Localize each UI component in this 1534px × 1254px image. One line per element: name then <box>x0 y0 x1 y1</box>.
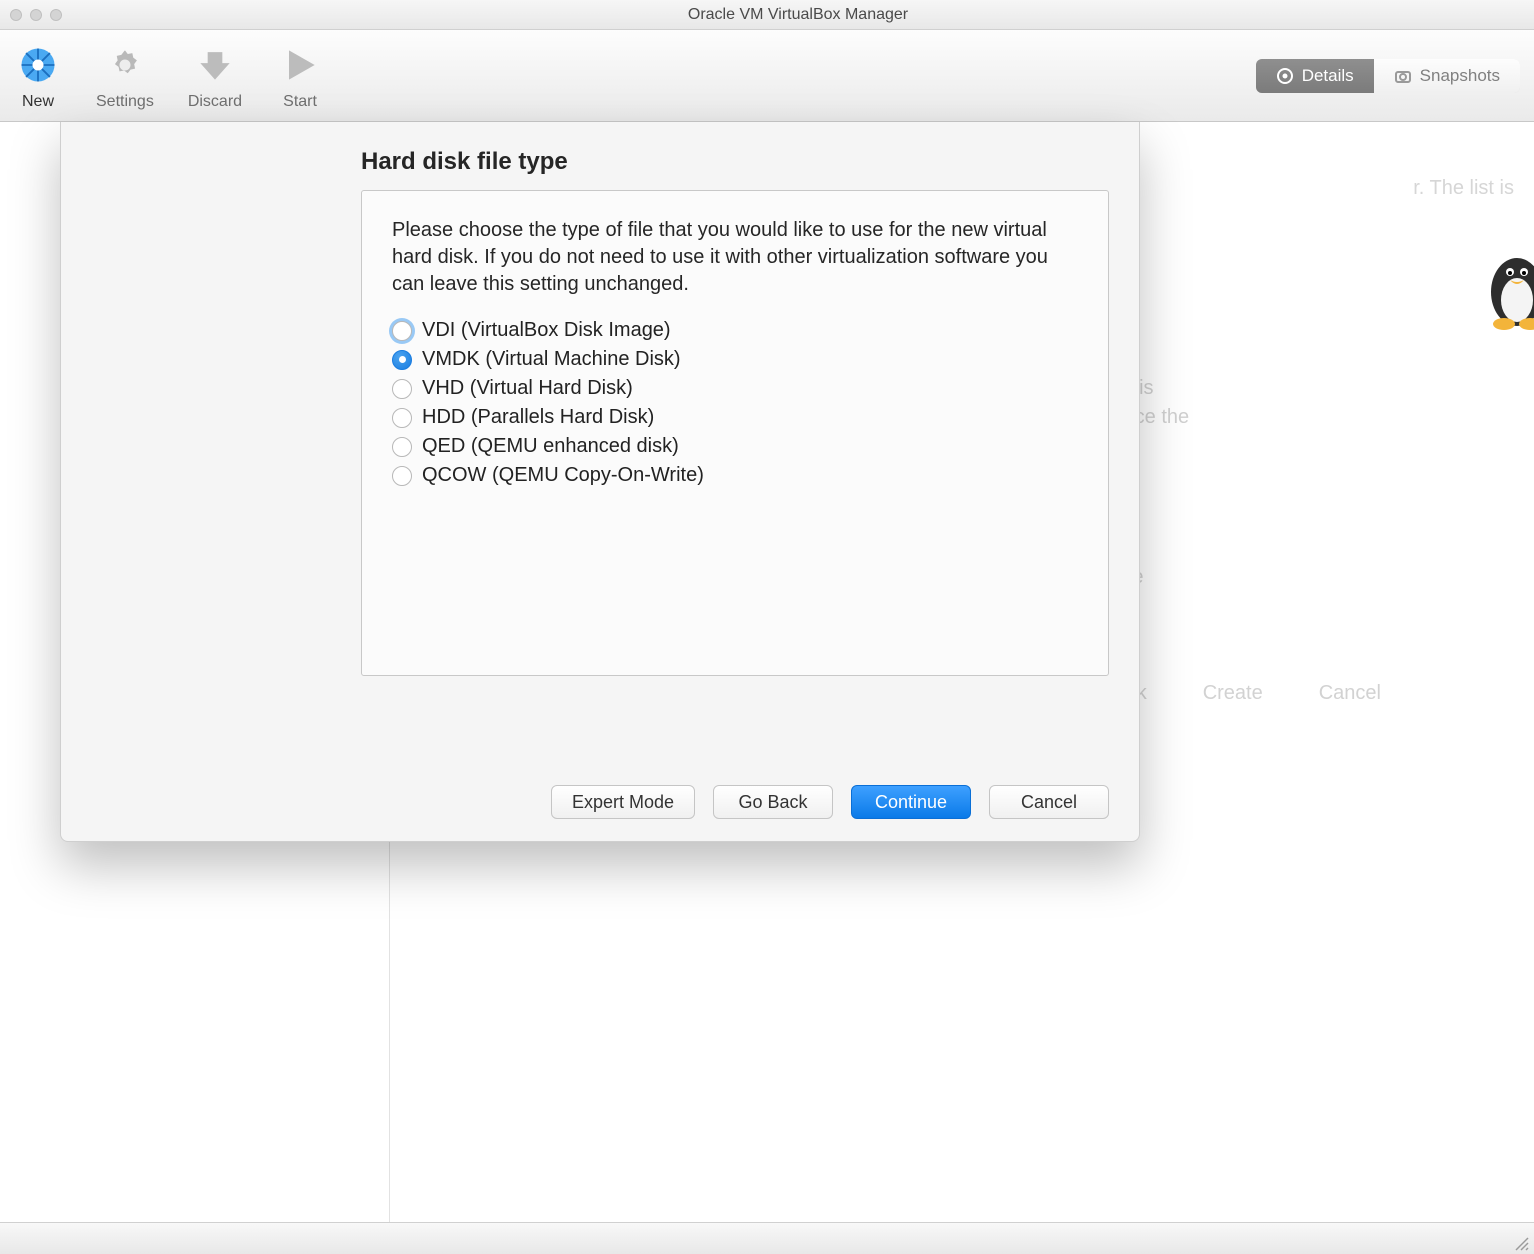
expert-mode-button[interactable]: Expert Mode <box>551 785 695 819</box>
settings-button[interactable]: Settings <box>96 41 154 111</box>
toolbar: New Settings Discard Start Details Snaps… <box>0 30 1534 122</box>
dialog-description: Please choose the type of file that you … <box>392 217 1078 297</box>
window-title: Oracle VM VirtualBox Manager <box>62 6 1534 24</box>
gear-small-icon <box>1276 67 1294 85</box>
details-tab[interactable]: Details <box>1256 59 1374 93</box>
radio-label: VHD (Virtual Hard Disk) <box>422 377 633 400</box>
new-vm-button[interactable]: New <box>14 41 62 111</box>
radio-vhd[interactable]: VHD (Virtual Hard Disk) <box>392 377 1078 400</box>
minimize-window-icon[interactable] <box>30 9 42 21</box>
radio-icon <box>392 408 412 428</box>
radio-label: QED (QEMU enhanced disk) <box>422 435 679 458</box>
details-label: Details <box>1302 66 1354 86</box>
radio-qcow[interactable]: QCOW (QEMU Copy-On-Write) <box>392 464 1078 487</box>
gear-icon <box>101 41 149 89</box>
disk-type-radio-group: VDI (VirtualBox Disk Image) VMDK (Virtua… <box>392 319 1078 487</box>
view-segmented: Details Snapshots <box>1256 59 1520 93</box>
zoom-window-icon[interactable] <box>50 9 62 21</box>
radio-label: VDI (VirtualBox Disk Image) <box>422 319 671 342</box>
main-area: r. The list is nother location using the… <box>0 122 1534 1222</box>
new-icon <box>14 41 62 89</box>
radio-hdd[interactable]: HDD (Parallels Hard Disk) <box>392 406 1078 429</box>
discard-icon <box>191 41 239 89</box>
radio-qed[interactable]: QED (QEMU enhanced disk) <box>392 435 1078 458</box>
tux-icon <box>1482 242 1534 332</box>
start-icon <box>276 41 324 89</box>
discard-label: Discard <box>188 93 242 111</box>
radio-icon <box>392 350 412 370</box>
camera-icon <box>1394 67 1412 85</box>
radio-vmdk[interactable]: VMDK (Virtual Machine Disk) <box>392 348 1078 371</box>
dialog-title: Hard disk file type <box>361 148 1109 176</box>
start-label: Start <box>283 93 317 111</box>
statusbar <box>0 1222 1534 1254</box>
snapshots-tab[interactable]: Snapshots <box>1374 59 1520 93</box>
discard-button[interactable]: Discard <box>188 41 242 111</box>
radio-label: HDD (Parallels Hard Disk) <box>422 406 654 429</box>
new-label: New <box>22 93 54 111</box>
continue-button[interactable]: Continue <box>851 785 971 819</box>
radio-label: VMDK (Virtual Machine Disk) <box>422 348 681 371</box>
start-button[interactable]: Start <box>276 41 324 111</box>
settings-label: Settings <box>96 93 154 111</box>
welcome-hint: r. The list is <box>1413 177 1514 200</box>
wizard-sheet: Hard disk file type Please choose the ty… <box>60 122 1140 842</box>
dialog-buttons: Expert Mode Go Back Continue Cancel <box>551 785 1109 819</box>
titlebar: Oracle VM VirtualBox Manager <box>0 0 1534 30</box>
cancel-button[interactable]: Cancel <box>989 785 1109 819</box>
radio-vdi[interactable]: VDI (VirtualBox Disk Image) <box>392 319 1078 342</box>
radio-label: QCOW (QEMU Copy-On-Write) <box>422 464 704 487</box>
snapshots-label: Snapshots <box>1420 66 1500 86</box>
window-controls <box>10 9 62 21</box>
go-back-button[interactable]: Go Back <box>713 785 833 819</box>
resize-grip-icon[interactable] <box>1512 1234 1530 1252</box>
radio-icon <box>392 437 412 457</box>
radio-icon <box>392 466 412 486</box>
radio-icon <box>392 321 412 341</box>
dialog-panel: Please choose the type of file that you … <box>361 190 1109 676</box>
radio-icon <box>392 379 412 399</box>
close-window-icon[interactable] <box>10 9 22 21</box>
